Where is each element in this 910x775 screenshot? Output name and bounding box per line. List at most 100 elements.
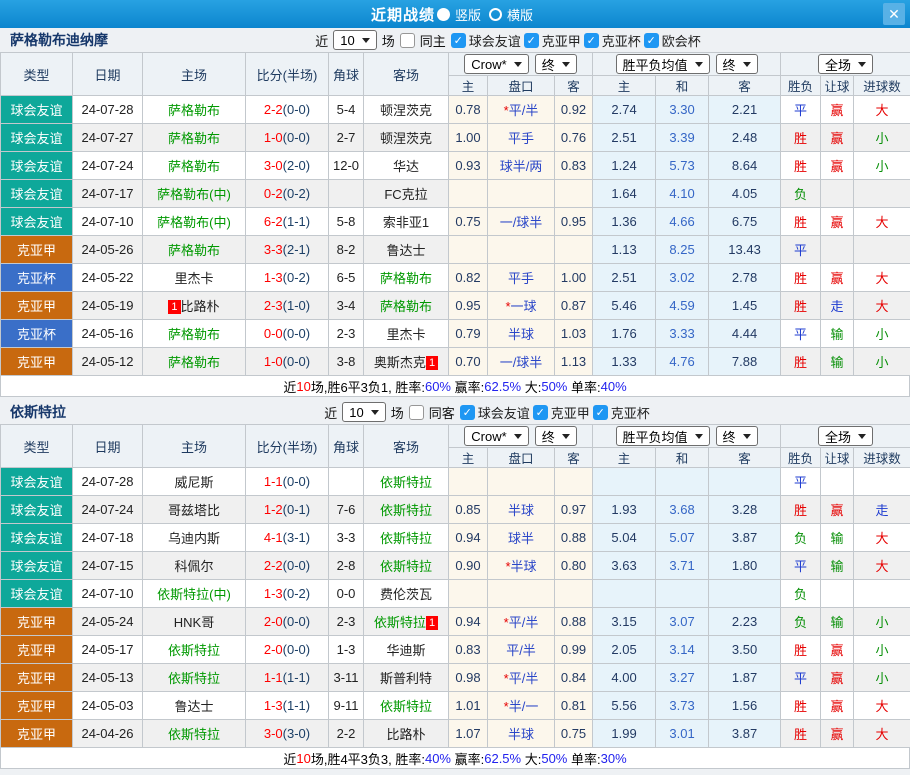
bookmaker-state-select-value: 终 [542,427,555,446]
match-score: 3-3(2-1) [246,236,329,264]
corners: 2-2 [329,720,364,748]
avg-away-odds: 6.75 [709,208,781,236]
goals-cell [854,236,910,264]
team-label: 萨格勒布 [168,159,220,174]
home-team: 萨格勒布 [143,152,246,180]
radio-vertical-label[interactable]: 竖版 [455,5,481,24]
handicap: *平/半 [488,96,555,124]
handicap-result-cell: 输 [821,320,854,348]
competition-checkbox[interactable]: ✓ [451,33,466,48]
avg-draw-value: 3.33 [669,326,694,341]
close-icon[interactable]: ✕ [883,3,905,25]
avg-away-odds: 3.28 [709,496,781,524]
fulltime-score: 2-3 [264,298,283,313]
avg-draw-odds: 3.01 [656,720,709,748]
match-score: 2-3(1-0) [246,292,329,320]
orientation-radio-vertical[interactable]: 竖版 [437,5,487,24]
odds-away: 0.80 [555,552,593,580]
avg-select[interactable]: 胜平负均值 [616,426,710,446]
chevron-down-icon [514,62,522,67]
fulltime-score: 1-0 [264,130,283,145]
competition-checkbox[interactable]: ✓ [644,33,659,48]
fulltime-score: 1-0 [264,354,283,369]
same-venue-checkbox[interactable] [409,405,424,420]
result-cell: 胜 [781,636,821,664]
filter-bar: 近10场同主✓球会友谊✓克亚甲✓克亚杯✓欧会杯 [108,30,906,50]
red-card-badge: 1 [426,356,438,370]
summary-segment: 62.5% [484,751,521,766]
avg-select[interactable]: 胜平负均值 [616,54,710,74]
radio-unselected-icon[interactable] [489,8,502,21]
table-row: 球会友谊24-07-17萨格勒布(中)0-2(0-2)FC克拉1.644.104… [1,180,910,208]
scope-select[interactable]: 全场 [818,426,873,446]
competition-checkbox[interactable]: ✓ [593,405,608,420]
bookmaker-select[interactable]: Crow* [464,426,528,446]
avg-draw-odds: 3.39 [656,124,709,152]
avg-home-odds: 1.64 [593,180,656,208]
summary-line: 近10场,胜6平3负1, 胜率:60% 赢率:62.5% 大:50% 单率:40… [0,376,910,397]
match-date: 24-05-16 [73,320,143,348]
goals-cell: 大 [854,720,910,748]
result-cell: 平 [781,236,821,264]
matches-table: 类型日期主场比分(半场)角球客场Crow*终胜平负均值终全场主盘口客主和客胜负让… [0,52,910,376]
type-badge: 克亚甲 [1,664,73,692]
halftime-score: (2-0) [283,158,310,173]
handicap-result-cell [821,468,854,496]
bookmaker-state-select[interactable]: 终 [535,426,577,446]
avg-state-select[interactable]: 终 [716,426,758,446]
col-away: 客场 [364,425,449,468]
fulltime-score: 3-3 [264,242,283,257]
avg-draw-odds [656,580,709,608]
type-badge: 克亚甲 [1,720,73,748]
orientation-radio-horizontal[interactable]: 横版 [489,5,539,24]
bookmaker-select[interactable]: Crow* [464,54,528,74]
games-count-select[interactable]: 10 [333,30,376,50]
match-score: 2-2(0-0) [246,552,329,580]
fulltime-score: 0-2 [264,186,283,201]
chevron-down-icon [743,434,751,439]
avg-home-odds: 1.36 [593,208,656,236]
odds-home: 0.79 [449,320,488,348]
col-date: 日期 [73,53,143,96]
avg-draw-value: 4.66 [669,214,694,229]
scope-select[interactable]: 全场 [818,54,873,74]
scope-dropdown: 全场 [781,54,910,74]
team-label: 威尼斯 [174,475,213,490]
radio-selected-icon[interactable] [437,8,450,21]
handicap [488,580,555,608]
team-label: 科佩尔 [174,559,213,574]
type-badge: 球会友谊 [1,208,73,236]
team-label: 鲁达士 [174,699,213,714]
table-row: 克亚甲24-05-13依斯特拉1-1(1-1)3-11斯普利特0.98*平/半0… [1,664,910,692]
avg-state-select[interactable]: 终 [716,54,758,74]
result-cell: 负 [781,180,821,208]
same-venue-checkbox[interactable] [400,33,415,48]
chevron-down-icon [695,62,703,67]
team-label: 顿涅茨克 [380,103,432,118]
home-team: 萨格勒布 [143,348,246,376]
goals-cell: 小 [854,152,910,180]
odds-home: 0.93 [449,152,488,180]
competition-checkbox[interactable]: ✓ [524,33,539,48]
competition-checkbox[interactable]: ✓ [533,405,548,420]
odds-home: 0.94 [449,608,488,636]
subcol-handicap: 盘口 [488,76,555,96]
table-row: 克亚甲24-05-03鲁达士1-3(1-1)9-11依斯特拉1.01*半/一0.… [1,692,910,720]
handicap-result-cell: 赢 [821,664,854,692]
avg-select-value: 胜平负均值 [623,427,688,446]
bookmaker-state-select[interactable]: 终 [535,54,577,74]
handicap-result-cell: 输 [821,524,854,552]
games-count-select[interactable]: 10 [342,402,385,422]
team-label: 里杰卡 [386,327,425,342]
competition-checkbox[interactable]: ✓ [584,33,599,48]
avg-draw-value: 8.25 [669,242,694,257]
competition-checkbox[interactable]: ✓ [460,405,475,420]
halftime-score: (0-0) [283,558,310,573]
competition-label: 克亚甲 [551,403,590,422]
radio-horizontal-label[interactable]: 横版 [507,5,533,24]
result-cell: 胜 [781,152,821,180]
team-label: 依斯特拉 [380,503,432,518]
away-team: 依斯特拉 [364,692,449,720]
table-row: 球会友谊24-07-10依斯特拉(中)1-3(0-2)0-0费伦茨瓦负 [1,580,910,608]
handicap-value: 球半/两 [500,159,543,174]
